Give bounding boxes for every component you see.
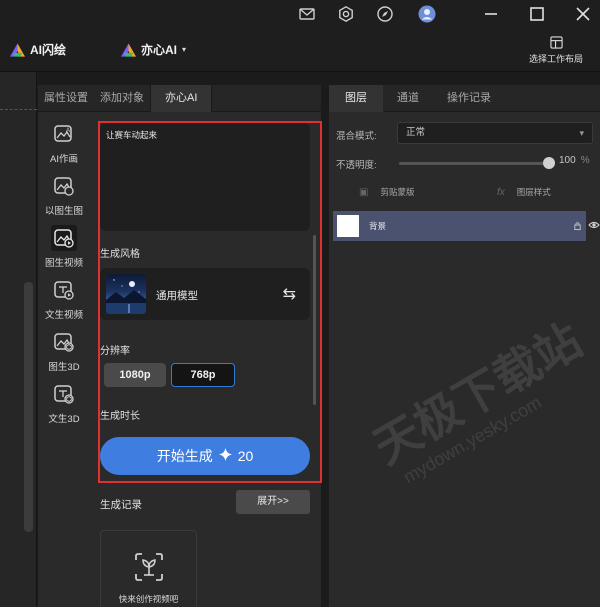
tab-layers[interactable]: 图层	[329, 85, 383, 112]
image-to-3d-icon	[51, 329, 77, 355]
layout-icon	[549, 36, 563, 49]
generate-label: 开始生成	[156, 448, 213, 464]
workspace-layout-button[interactable]: 选择工作布局	[518, 36, 594, 65]
caret-down-icon: ▾	[182, 45, 187, 54]
image-to-image-icon	[51, 173, 77, 199]
start-generate-button[interactable]: 开始生成 20	[100, 437, 310, 475]
opacity-slider-track[interactable]	[399, 162, 549, 165]
prompt-textarea[interactable]: 让赛车动起来	[100, 123, 310, 231]
svg-text:AI: AI	[66, 128, 72, 134]
settings-icon[interactable]	[337, 5, 355, 23]
opacity-unit: %	[580, 155, 590, 166]
tool-image-to-3d[interactable]: 图生3D	[40, 323, 88, 375]
history-empty-card[interactable]: 快来创作视频吧	[100, 530, 197, 607]
sparkle-icon	[218, 448, 232, 464]
lock-icon[interactable]	[573, 221, 582, 232]
tab-add-object[interactable]: 添加对象	[94, 85, 150, 112]
clip-mask-label: 剪贴蒙版	[380, 187, 415, 197]
brand-ai-flash-label: AI闪绘	[30, 43, 67, 57]
tool-ai-paint[interactable]: AI AI作画	[40, 115, 88, 167]
panel-scrollbar[interactable]	[313, 235, 316, 405]
visibility-eye-icon[interactable]	[588, 219, 600, 231]
chevron-down-icon: ▾	[579, 128, 584, 138]
title-bar	[0, 0, 600, 28]
blend-mode-value: 正常	[406, 127, 426, 138]
ai-tool-list: AI AI作画 以图生图 图生视频 文生视频 图生3D 文生3D	[40, 115, 88, 427]
tab-yixin-ai[interactable]: 亦心AI	[150, 85, 213, 112]
tool-text-to-video[interactable]: 文生视频	[40, 271, 88, 323]
text-to-video-icon	[51, 277, 77, 303]
model-name: 通用模型	[156, 290, 198, 302]
layer-row[interactable]: 背景	[333, 211, 586, 241]
tab-properties[interactable]: 属性设置	[38, 85, 94, 112]
opacity-slider-handle[interactable]	[543, 157, 555, 169]
tool-image-to-image[interactable]: 以图生图	[40, 167, 88, 219]
text-to-3d-icon	[51, 381, 77, 407]
mail-icon[interactable]	[298, 5, 316, 23]
expand-history-button[interactable]: 展开>>	[236, 490, 310, 514]
tool-image-to-image-label: 以图生图	[44, 206, 83, 217]
tool-image-to-3d-label: 图生3D	[48, 362, 80, 373]
canvas-scrollbar[interactable]	[24, 282, 33, 532]
brand-yixin-ai[interactable]: 亦心AI ▾	[121, 41, 186, 58]
user-avatar-icon[interactable]	[418, 5, 436, 23]
tool-image-to-video[interactable]: 图生视频	[40, 219, 88, 271]
tool-text-to-3d-label: 文生3D	[48, 414, 80, 425]
prompt-text: 让赛车动起来	[106, 130, 158, 140]
minimize-icon[interactable]	[482, 5, 500, 23]
tab-channels[interactable]: 通道	[383, 85, 433, 112]
brand-ai-flash[interactable]: AI闪绘	[10, 41, 66, 58]
tool-text-to-video-label: 文生视频	[44, 310, 83, 321]
clip-mask-button[interactable]: ▣ 剪贴蒙版	[359, 186, 414, 198]
close-icon[interactable]	[574, 5, 592, 23]
opacity-number: 100	[559, 155, 576, 166]
image-ai-icon: AI	[51, 121, 77, 147]
ruler	[0, 100, 37, 110]
maximize-icon[interactable]	[528, 5, 546, 23]
clip-mask-icon: ▣	[359, 186, 369, 198]
history-empty-text: 快来创作视频吧	[118, 594, 179, 604]
style-section-label: 生成风格	[100, 249, 140, 260]
duration-section-label: 生成时长	[100, 411, 140, 422]
blend-mode-select[interactable]: 正常 ▾	[397, 122, 593, 144]
brand-yixin-ai-label: 亦心AI	[141, 43, 178, 57]
opacity-value[interactable]: 100%	[559, 155, 590, 166]
workspace-layout-label: 选择工作布局	[528, 54, 583, 64]
blend-mode-label: 混合模式:	[336, 131, 377, 142]
opacity-label: 不透明度:	[336, 160, 377, 171]
swap-model-icon[interactable]: ⇆	[283, 284, 296, 304]
tab-history[interactable]: 操作记录	[433, 85, 505, 112]
model-selector[interactable]: 通用模型 ⇆	[100, 268, 310, 320]
resolution-1080p-button[interactable]: 1080p	[104, 363, 166, 387]
toolbar: AI闪绘 亦心AI ▾ 选择工作布局	[0, 28, 600, 72]
brand-logo-icon	[121, 42, 136, 57]
fx-icon: fx	[497, 186, 505, 198]
resolution-768p-button[interactable]: 768p	[171, 363, 235, 387]
layer-style-label: 图层样式	[516, 187, 551, 197]
canvas-edge	[0, 72, 37, 607]
brand-logo-icon	[10, 42, 25, 57]
model-thumbnail	[106, 274, 146, 314]
tool-image-to-video-label: 图生视频	[44, 258, 83, 269]
compass-icon[interactable]	[376, 5, 394, 23]
layer-thumbnail	[337, 215, 359, 237]
history-section-label: 生成记录	[100, 499, 142, 511]
resolution-section-label: 分辨率	[100, 346, 130, 357]
layer-style-button[interactable]: fx 图层样式	[497, 186, 551, 198]
panel-tabs: 属性设置 添加对象 亦心AI	[38, 85, 321, 112]
tool-ai-paint-label: AI作画	[50, 154, 78, 165]
image-to-video-icon	[51, 225, 77, 251]
layers-panel-tabs: 图层 通道 操作记录	[329, 85, 600, 112]
ai-panel: 属性设置 添加对象 亦心AI AI AI作画 以图生图 图生视频 文生视频 图生…	[38, 85, 322, 607]
scan-plant-icon	[134, 553, 163, 581]
tool-text-to-3d[interactable]: 文生3D	[40, 375, 88, 427]
generate-cost: 20	[237, 448, 254, 464]
layer-name: 背景	[369, 221, 387, 231]
